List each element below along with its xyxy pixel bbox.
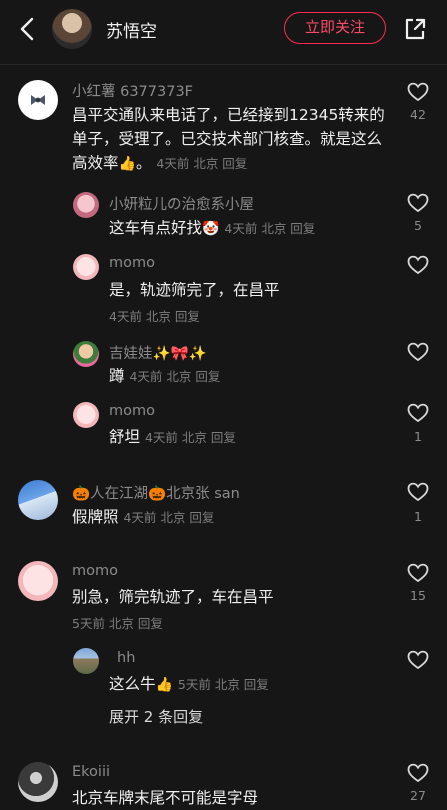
reply-text: 这么牛👍 5天前 北京 回复 (109, 675, 269, 693)
share-icon[interactable] (402, 16, 428, 42)
comment-username[interactable]: 🎃人在江湖🎃北京张 san (72, 482, 240, 503)
like-count: 15 (410, 588, 426, 603)
heart-icon[interactable] (407, 193, 429, 213)
heart-icon[interactable] (407, 342, 429, 362)
comment-meta[interactable]: 5天前 北京 回复 (72, 613, 163, 632)
reply-meta[interactable]: 4天前 北京 回复 (224, 221, 315, 236)
avatar[interactable] (73, 254, 99, 280)
comment-username[interactable]: momo (72, 563, 118, 579)
comment-username[interactable]: Ekoiii (72, 764, 110, 780)
avatar[interactable] (73, 648, 99, 674)
heart-icon[interactable] (407, 763, 429, 783)
comment-text: 别急，筛完轨迹了，车在昌平 (72, 588, 274, 606)
heart-icon[interactable] (407, 482, 429, 502)
like-count: 1 (414, 429, 422, 444)
comment-text: 昌平交通队来电话了，已经接到12345转来的单子，受理了。已交技术部门核查。就是… (72, 106, 385, 172)
avatar[interactable] (18, 480, 58, 520)
reply-meta[interactable]: 4天前 北京 回复 (145, 430, 236, 445)
back-arrow-icon[interactable] (15, 16, 41, 42)
heart-icon[interactable] (407, 650, 429, 670)
avatar[interactable] (73, 192, 99, 218)
expand-replies-button[interactable]: 展开 2 条回复 (109, 706, 203, 727)
avatar[interactable] (18, 561, 58, 601)
like-count: 42 (410, 107, 426, 122)
header: 苏悟空 立即关注 (0, 0, 447, 58)
heart-icon[interactable] (407, 255, 429, 275)
profile-username[interactable]: 苏悟空 (106, 17, 157, 42)
comment-text: 北京车牌末尾不可能是字母 (72, 789, 259, 807)
reply-text: 蹲 4天前 北京 回复 (109, 367, 221, 385)
follow-button[interactable]: 立即关注 (284, 12, 386, 44)
avatar[interactable] (73, 402, 99, 428)
clown-emoji: 🤡 (202, 221, 220, 237)
reply-text: 这车有点好找🤡 4天前 北京 回复 (109, 219, 316, 237)
reply-username[interactable]: 吉娃娃✨🎀✨ (109, 342, 207, 363)
avatar[interactable] (18, 762, 58, 802)
reply-meta[interactable]: 4天前 北京 回复 (129, 369, 220, 384)
comment-meta[interactable]: 4天前 北京 回复 (123, 510, 214, 525)
reply-username[interactable]: hh (117, 650, 135, 666)
reply-text: 舒坦 4天前 北京 回复 (109, 428, 236, 446)
avatar[interactable] (73, 341, 99, 367)
avatar[interactable] (18, 80, 58, 120)
reply-meta[interactable]: 4天前 北京 回复 (109, 306, 200, 325)
profile-avatar[interactable] (52, 9, 92, 49)
like-count: 1 (414, 509, 422, 524)
like-count: 27 (410, 788, 426, 803)
comment-text: 假牌照 4天前 北京 回复 (72, 508, 215, 526)
comment-meta[interactable]: 4天前 北京 回复 (156, 156, 247, 171)
like-count: 5 (414, 218, 422, 233)
thumbs-up-emoji: 👍 (155, 677, 173, 693)
bow-logo-icon (31, 95, 45, 105)
reply-meta[interactable]: 5天前 北京 回复 (178, 677, 269, 692)
heart-icon[interactable] (407, 403, 429, 423)
thumbs-up-emoji: 👍 (118, 156, 136, 172)
reply-username[interactable]: momo (109, 403, 155, 419)
reply-text: 是，轨迹筛完了，在昌平 (109, 281, 280, 299)
comment-username[interactable]: 小红薯 6377373F (72, 80, 193, 101)
reply-username[interactable]: momo (109, 255, 155, 271)
reply-username[interactable]: 小妍粒儿の治愈系小屋 (109, 193, 254, 214)
heart-icon[interactable] (407, 82, 429, 102)
heart-icon[interactable] (407, 563, 429, 583)
header-divider (0, 64, 447, 65)
